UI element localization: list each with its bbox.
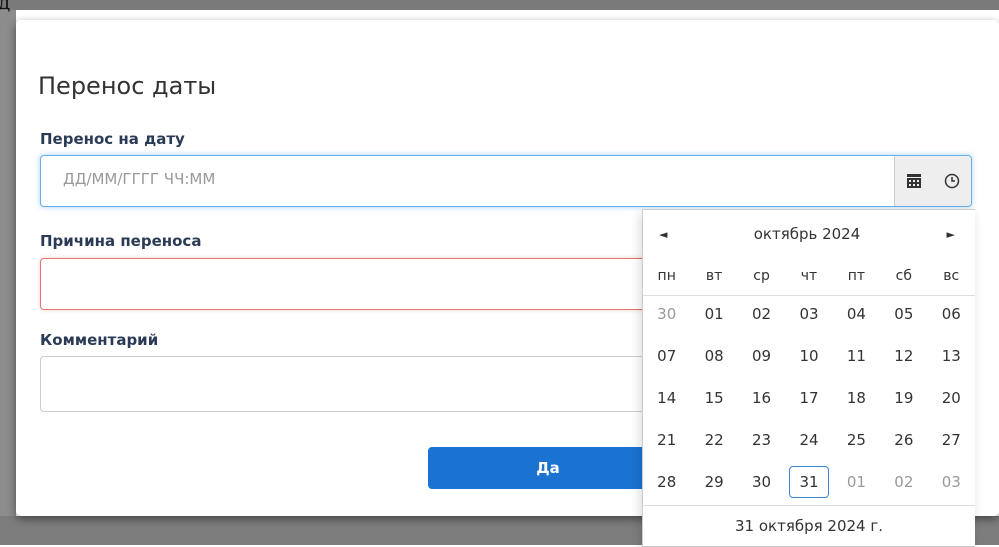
calendar-day[interactable]: 02: [738, 295, 785, 333]
calendar-day[interactable]: 21: [643, 421, 690, 459]
calendar-day[interactable]: 29: [690, 463, 737, 501]
next-month-icon[interactable]: ►: [947, 228, 955, 241]
calendar-day[interactable]: 09: [738, 337, 785, 375]
calendar-day[interactable]: 03: [785, 295, 832, 333]
calendar-day[interactable]: 08: [690, 337, 737, 375]
calendar-day[interactable]: 22: [690, 421, 737, 459]
weekday-label: вт: [705, 268, 723, 284]
caption-fragment: д: [0, 0, 11, 14]
calendar-week: 07 08 09 10 11 12 13: [643, 337, 975, 375]
calendar-day[interactable]: 12: [880, 337, 927, 375]
date-field-label: Перенос на дату: [40, 130, 185, 148]
weekday-label: сб: [895, 268, 913, 284]
weekday-label: ср: [753, 268, 770, 284]
calendar-day[interactable]: 02: [880, 463, 927, 501]
datepicker-month-label[interactable]: октябрь 2024: [754, 225, 861, 243]
weekday-label: чт: [800, 268, 818, 284]
backdrop-overlay-left: [0, 10, 16, 545]
datepicker-header: ◄ октябрь 2024 ►: [643, 210, 975, 258]
calendar-week: 14 15 16 17 18 19 20: [643, 379, 975, 417]
calendar-day[interactable]: 04: [833, 295, 880, 333]
calendar-day[interactable]: 10: [785, 337, 832, 375]
calendar-day[interactable]: 13: [928, 337, 975, 375]
datepicker-today-link[interactable]: 31 октября 2024 г.: [643, 505, 975, 546]
confirm-button[interactable]: Да: [428, 447, 668, 489]
calendar-icon[interactable]: [894, 156, 933, 206]
calendar-day[interactable]: 30: [643, 295, 690, 333]
date-input-placeholder: ДД/ММ/ГГГГ ЧЧ:ММ: [63, 170, 216, 188]
calendar-day[interactable]: 17: [785, 379, 832, 417]
calendar-week: 21 22 23 24 25 26 27: [643, 421, 975, 459]
clock-icon[interactable]: [933, 156, 971, 206]
calendar-day[interactable]: 06: [928, 295, 975, 333]
calendar-day[interactable]: 14: [643, 379, 690, 417]
weekday-label: пт: [847, 268, 866, 284]
calendar-day[interactable]: 03: [928, 463, 975, 501]
calendar-day[interactable]: 18: [833, 379, 880, 417]
backdrop-overlay-top: [0, 0, 999, 10]
calendar-day[interactable]: 16: [738, 379, 785, 417]
calendar-day[interactable]: 01: [833, 463, 880, 501]
calendar-day[interactable]: 11: [833, 337, 880, 375]
calendar-day[interactable]: 23: [738, 421, 785, 459]
calendar-day[interactable]: 05: [880, 295, 927, 333]
weekday-label: пн: [657, 268, 676, 284]
calendar-week: 28 29 30 31 01 02 03: [643, 463, 975, 501]
calendar-day[interactable]: 01: [690, 295, 737, 333]
dialog-title: Перенос даты: [38, 72, 217, 100]
datepicker-dropdown: ◄ октябрь 2024 ► пн вт ср чт пт сб вс 30…: [642, 209, 975, 547]
weekday-label: вс: [943, 268, 960, 284]
datepicker-weekdays: пн вт ср чт пт сб вс: [643, 257, 975, 296]
calendar-day[interactable]: 27: [928, 421, 975, 459]
comment-field-label: Комментарий: [40, 331, 159, 349]
calendar-week: 30 01 02 03 04 05 06: [643, 295, 975, 333]
reason-field-label: Причина переноса: [40, 232, 202, 250]
calendar-day[interactable]: 20: [928, 379, 975, 417]
calendar-day[interactable]: 19: [880, 379, 927, 417]
calendar-day[interactable]: 25: [833, 421, 880, 459]
calendar-day[interactable]: 07: [643, 337, 690, 375]
calendar-day[interactable]: 24: [785, 421, 832, 459]
calendar-day[interactable]: 28: [643, 463, 690, 501]
calendar-day[interactable]: 30: [738, 463, 785, 501]
calendar-day[interactable]: 31: [785, 463, 832, 501]
reason-input[interactable]: [40, 258, 680, 310]
prev-month-icon[interactable]: ◄: [659, 228, 667, 241]
comment-input[interactable]: [40, 356, 680, 412]
date-input[interactable]: ДД/ММ/ГГГГ ЧЧ:ММ: [40, 155, 972, 207]
calendar-day[interactable]: 15: [690, 379, 737, 417]
calendar-day[interactable]: 26: [880, 421, 927, 459]
